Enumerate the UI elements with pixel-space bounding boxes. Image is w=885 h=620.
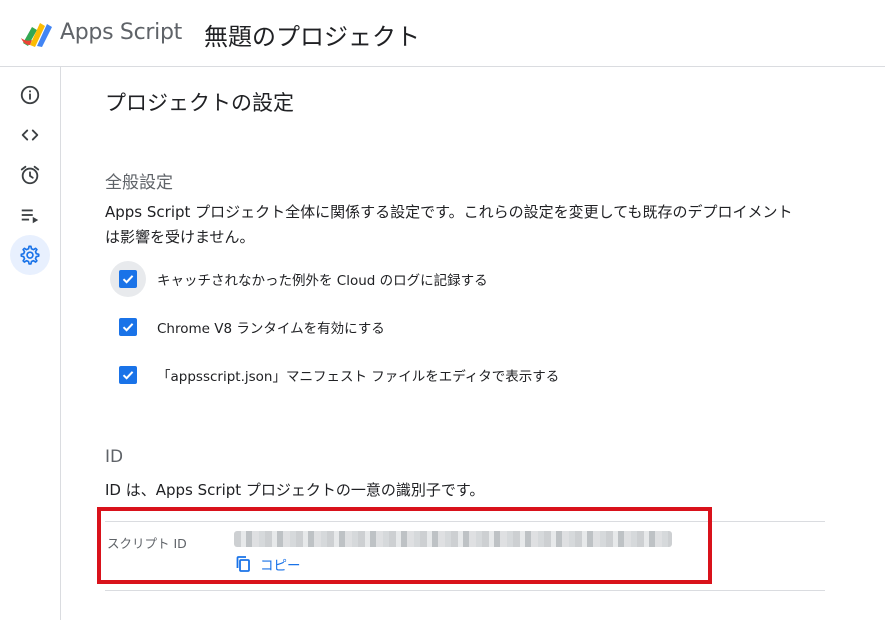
divider xyxy=(105,590,825,591)
page-title: プロジェクトの設定 xyxy=(105,91,294,115)
ids-description: ID は、Apps Script プロジェクトの一意の識別子です。 xyxy=(105,481,485,499)
sidebar-item-editor[interactable] xyxy=(10,115,50,155)
general-settings-heading: 全般設定 xyxy=(105,173,173,193)
checkbox-show-manifest[interactable] xyxy=(110,357,146,393)
check-icon xyxy=(122,275,134,284)
sidebar xyxy=(0,67,61,620)
check-icon xyxy=(122,323,134,332)
project-title[interactable]: 無題のプロジェクト xyxy=(204,17,420,52)
sidebar-item-settings[interactable] xyxy=(10,235,50,275)
info-icon xyxy=(20,85,40,105)
checkbox-v8-runtime[interactable] xyxy=(110,309,146,345)
option-label: Chrome V8 ランタイムを有効にする xyxy=(157,321,385,337)
checkbox-log-exceptions[interactable] xyxy=(110,261,146,297)
apps-script-logo[interactable] xyxy=(20,18,54,48)
option-label: 「appsscript.json」マニフェスト ファイルをエディタで表示する xyxy=(157,369,560,385)
settings-content: プロジェクトの設定 全般設定 Apps Script プロジェクト全体に関係する… xyxy=(62,67,885,620)
executions-icon xyxy=(21,209,39,224)
sidebar-item-overview[interactable] xyxy=(10,75,50,115)
brand-name: Apps Script xyxy=(60,20,182,45)
check-icon xyxy=(122,371,134,380)
code-icon xyxy=(21,129,39,141)
alarm-icon xyxy=(20,165,40,185)
gear-icon xyxy=(20,245,40,265)
sidebar-item-triggers[interactable] xyxy=(10,155,50,195)
option-log-exceptions[interactable]: キャッチされなかった例外を Cloud のログに記録する xyxy=(110,261,488,297)
script-id-highlight-box xyxy=(97,507,712,584)
sidebar-item-executions[interactable] xyxy=(10,195,50,235)
option-v8-runtime[interactable]: Chrome V8 ランタイムを有効にする xyxy=(110,309,385,345)
top-bar: Apps Script 無題のプロジェクト xyxy=(0,0,885,67)
ids-heading: ID xyxy=(105,447,124,467)
option-show-manifest[interactable]: 「appsscript.json」マニフェスト ファイルをエディタで表示する xyxy=(110,357,559,393)
option-label: キャッチされなかった例外を Cloud のログに記録する xyxy=(157,273,488,289)
general-settings-description: Apps Script プロジェクト全体に関係する設定です。これらの設定を変更し… xyxy=(105,203,793,246)
